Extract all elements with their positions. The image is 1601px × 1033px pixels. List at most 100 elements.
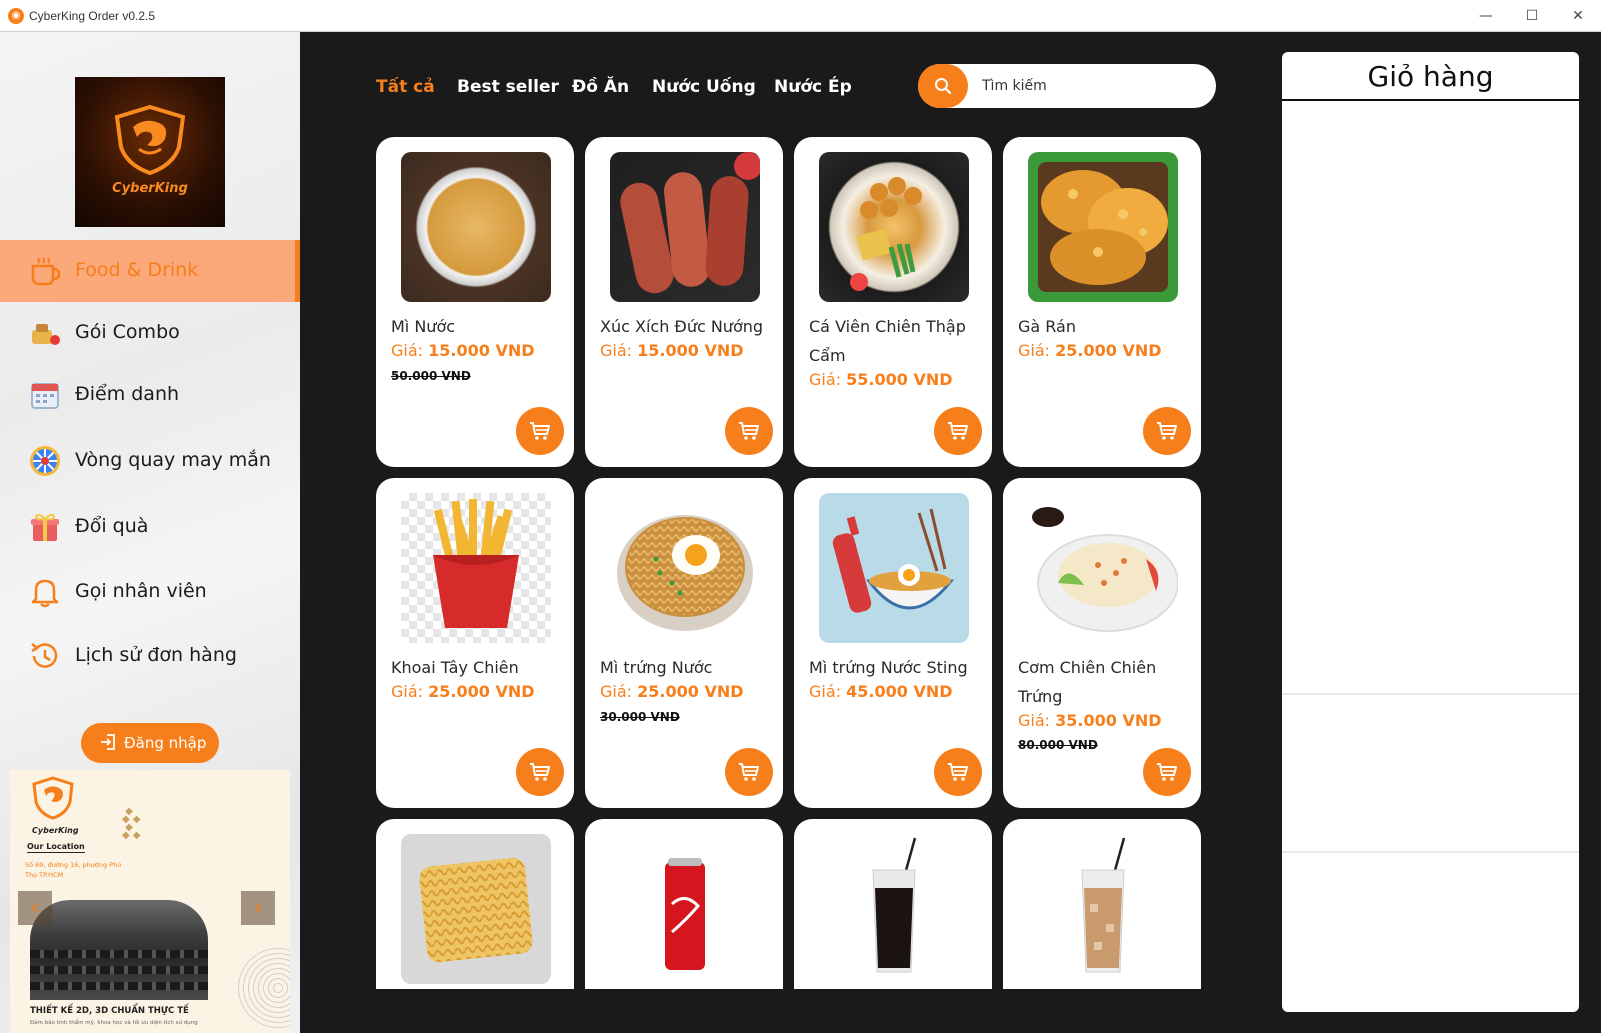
product-old-price: 80.000 VND bbox=[1018, 738, 1098, 752]
main-content: Tất cả Best seller Đồ Ăn Nước Uống Nước … bbox=[300, 32, 1253, 1033]
product-price: Giá: 15.000 VND bbox=[600, 341, 744, 360]
product-price: Giá: 15.000 VND bbox=[391, 341, 535, 360]
cart-icon bbox=[1157, 763, 1177, 781]
nav-label: Gói Combo bbox=[75, 321, 180, 343]
login-button[interactable]: Đăng nhập bbox=[81, 723, 219, 763]
sausage-illustration bbox=[620, 152, 760, 294]
add-to-cart-button[interactable] bbox=[516, 748, 564, 796]
add-to-cart-button[interactable] bbox=[725, 407, 773, 455]
cola-can-illustration bbox=[665, 858, 705, 970]
cart-icon bbox=[948, 763, 968, 781]
app-icon: ◉ bbox=[8, 8, 24, 24]
product-card[interactable]: Mì trứng Nước Giá: 25.000 VND 30.000 VND bbox=[585, 478, 783, 808]
dragon-shield-icon bbox=[114, 105, 186, 175]
product-name: Khoai Tây Chiên bbox=[391, 658, 519, 677]
brand-logo: CyberKing bbox=[75, 77, 225, 227]
product-image bbox=[610, 834, 760, 984]
product-image bbox=[819, 493, 969, 643]
product-card[interactable] bbox=[1003, 819, 1201, 989]
product-name: Mì trứng Nước Sting bbox=[809, 658, 968, 677]
search-bar bbox=[918, 64, 1216, 108]
nav-food-drink[interactable]: Food & Drink bbox=[0, 240, 300, 302]
nav-label: Đổi quà bbox=[75, 515, 149, 537]
product-image bbox=[401, 493, 551, 643]
product-old-price: 50.000 VND bbox=[391, 369, 471, 383]
decorative-arc bbox=[238, 948, 290, 1028]
tab-food[interactable]: Đồ Ăn bbox=[572, 77, 629, 97]
product-card[interactable]: Xúc Xích Đức Nướng Giá: 15.000 VND bbox=[585, 137, 783, 467]
product-card[interactable] bbox=[585, 819, 783, 989]
add-to-cart-button[interactable] bbox=[934, 407, 982, 455]
add-to-cart-button[interactable] bbox=[725, 748, 773, 796]
product-image bbox=[1028, 834, 1178, 984]
bell-icon bbox=[31, 579, 59, 608]
product-price: Giá: 25.000 VND bbox=[600, 682, 744, 701]
banner-prev-button[interactable]: ‹ bbox=[18, 891, 52, 925]
product-price: Giá: 55.000 VND bbox=[809, 370, 953, 389]
promo-banner: CyberKing ◆ ◆ ◆ ◆ ◆ ◆ Our Location Số 69, … bbox=[10, 770, 290, 1033]
banner-brand: CyberKing bbox=[32, 826, 79, 835]
cart-icon bbox=[530, 422, 550, 440]
dragon-shield-icon bbox=[32, 776, 74, 820]
add-to-cart-button[interactable] bbox=[1143, 748, 1191, 796]
milk-coffee-illustration bbox=[1081, 837, 1126, 973]
search-input[interactable] bbox=[982, 75, 1202, 97]
add-to-cart-button[interactable] bbox=[1143, 407, 1191, 455]
nav-order-history[interactable]: Lịch sử đơn hàng bbox=[0, 625, 300, 687]
product-card[interactable] bbox=[376, 819, 574, 989]
window-title: CyberKing Order v0.2.5 bbox=[29, 9, 156, 23]
product-image bbox=[819, 834, 969, 984]
tab-drinks[interactable]: Nước Uống bbox=[652, 77, 756, 97]
product-card[interactable]: Cá Viên Chiên Thập Cẩm Giá: 55.000 VND bbox=[794, 137, 992, 467]
logo-text: CyberKing bbox=[112, 181, 188, 196]
tab-best-seller[interactable]: Best seller bbox=[457, 77, 559, 97]
tab-all[interactable]: Tất cả bbox=[376, 77, 435, 97]
banner-photo bbox=[30, 900, 208, 1000]
product-name: Cá Viên Chiên Thập Cẩm bbox=[809, 317, 966, 365]
add-to-cart-button[interactable] bbox=[934, 748, 982, 796]
platter-illustration bbox=[850, 177, 922, 291]
sidebar: CyberKing Food & Drink Gói Combo Điểm da… bbox=[0, 32, 300, 1033]
nav-label: Gọi nhân viên bbox=[75, 580, 207, 602]
product-price: Giá: 35.000 VND bbox=[1018, 711, 1162, 730]
tab-juices[interactable]: Nước Ép bbox=[774, 77, 852, 97]
product-price: Giá: 25.000 VND bbox=[391, 682, 535, 701]
nav-call-staff[interactable]: Gọi nhân viên bbox=[0, 561, 300, 623]
product-card[interactable]: Mì Nước Giá: 15.000 VND 50.000 VND bbox=[376, 137, 574, 467]
cart-icon bbox=[739, 422, 759, 440]
cart-panel: Giỏ hàng bbox=[1282, 52, 1579, 1012]
nav-checkin[interactable]: Điểm danh bbox=[0, 364, 300, 426]
product-old-price: 30.000 VND bbox=[600, 710, 680, 724]
banner-subcaption: Đảm bảo tính thẩm mỹ, khoa học và tối ưu… bbox=[30, 1020, 198, 1026]
product-card[interactable]: Khoai Tây Chiên Giá: 25.000 VND bbox=[376, 478, 574, 808]
cart-title-divider bbox=[1282, 99, 1579, 101]
product-card[interactable]: Cơm Chiên Chiên Trứng Giá: 35.000 VND 80… bbox=[1003, 478, 1201, 808]
product-card[interactable] bbox=[794, 819, 992, 989]
product-price: Giá: 25.000 VND bbox=[1018, 341, 1162, 360]
add-to-cart-button[interactable] bbox=[516, 407, 564, 455]
nav-lucky-wheel[interactable]: Vòng quay may mắn bbox=[0, 430, 300, 492]
minimize-button[interactable]: — bbox=[1463, 0, 1509, 32]
nav-label: Vòng quay may mắn bbox=[75, 449, 271, 471]
cart-icon bbox=[530, 763, 550, 781]
product-name: Cơm Chiên Chiên Trứng bbox=[1018, 658, 1157, 706]
product-image bbox=[819, 152, 969, 302]
banner-next-button[interactable]: › bbox=[241, 891, 275, 925]
close-button[interactable]: ✕ bbox=[1555, 0, 1601, 32]
maximize-button[interactable]: ☐ bbox=[1509, 0, 1555, 32]
product-name: Mì trứng Nước bbox=[600, 658, 713, 677]
product-card[interactable]: Mì trứng Nước Sting Giá: 45.000 VND bbox=[794, 478, 992, 808]
nav-gift[interactable]: Đổi quà bbox=[0, 496, 300, 558]
banner-address: Số 69, đường 16, phường Phú Thọ TP.HCM bbox=[25, 861, 122, 879]
search-button[interactable] bbox=[918, 64, 968, 108]
wheel-icon bbox=[30, 446, 60, 476]
cart-icon bbox=[739, 763, 759, 781]
dry-noodle-illustration bbox=[419, 857, 533, 963]
product-price: Giá: 45.000 VND bbox=[809, 682, 953, 701]
nav-combo[interactable]: Gói Combo bbox=[0, 302, 300, 364]
banner-caption: THIẾT KẾ 2D, 3D CHUẨN THỰC TẾ bbox=[30, 1006, 189, 1016]
login-label: Đăng nhập bbox=[124, 734, 207, 752]
product-name: Mì Nước bbox=[391, 317, 456, 336]
product-image bbox=[1028, 152, 1178, 302]
product-card[interactable]: Gà Rán Giá: 25.000 VND bbox=[1003, 137, 1201, 467]
